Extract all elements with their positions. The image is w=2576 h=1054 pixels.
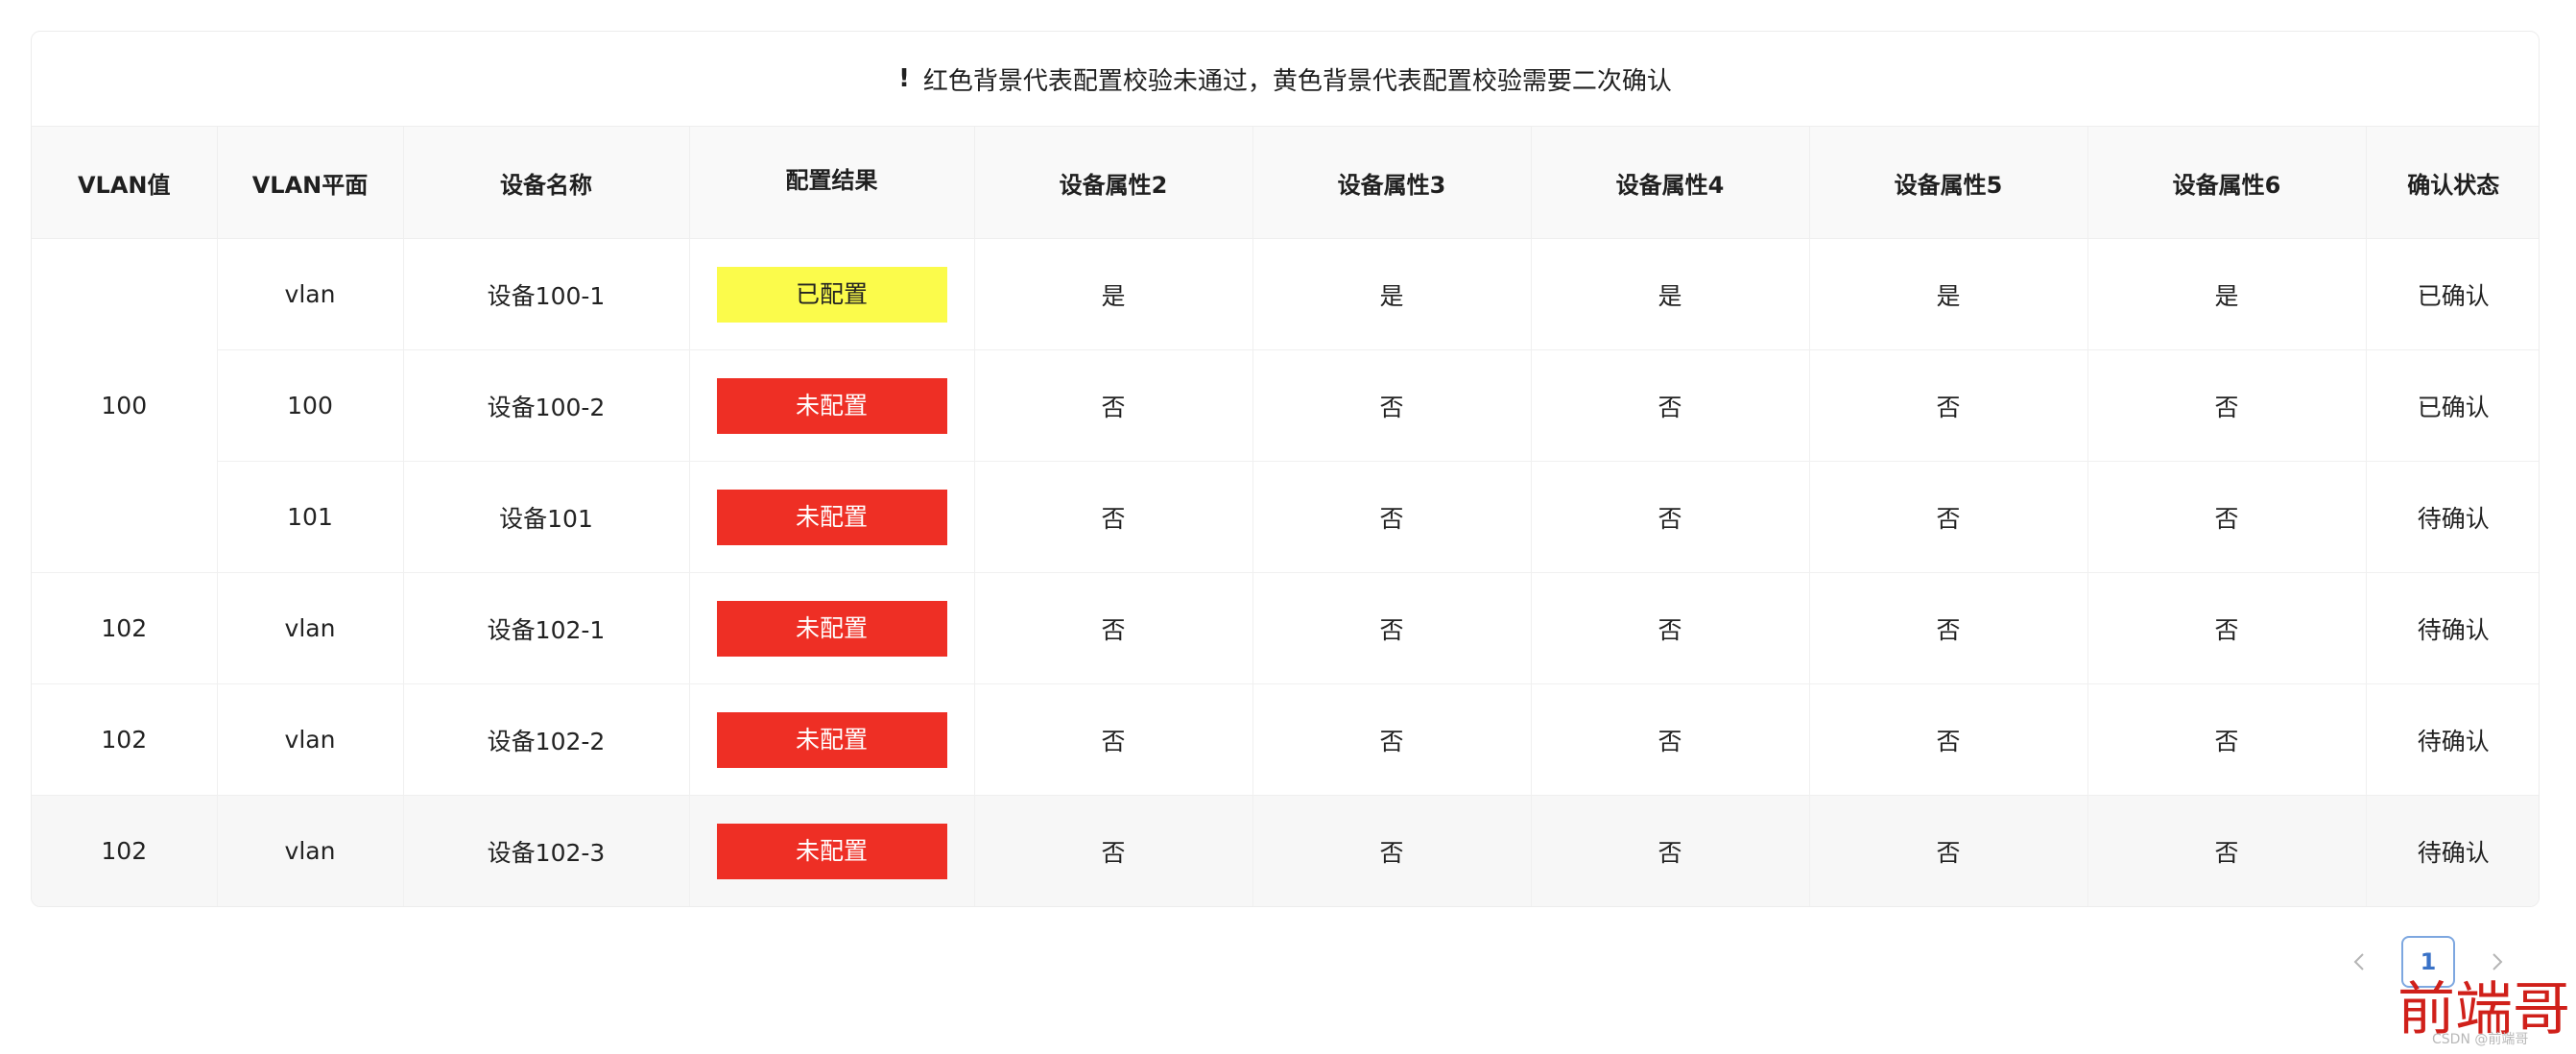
attr-cell: 否 — [974, 461, 1253, 573]
header-vlan-plane[interactable]: VLAN平面 — [217, 127, 404, 239]
attr-cell: 否 — [2087, 795, 2367, 906]
config-result-badge: 未配置 — [716, 711, 947, 768]
vlan-plane-cell: vlan — [217, 238, 404, 350]
page: ! 红色背景代表配置校验未通过，黄色背景代表配置校验需要二次确认 VLAN值 V… — [0, 0, 2576, 1054]
confirm-status-cell: 已确认 — [2366, 349, 2539, 462]
table-header-row: VLAN值 VLAN平面 设备名称 配置结果 设备属性2 设备属性3 设备属性4… — [32, 127, 2539, 239]
attr-cell: 是 — [974, 238, 1253, 350]
attr-cell: 否 — [1252, 461, 1532, 573]
confirm-status-cell: 待确认 — [2366, 795, 2539, 906]
attr-cell: 否 — [1252, 683, 1532, 796]
config-result-cell: 未配置 — [689, 572, 975, 684]
attr-cell: 是 — [1252, 238, 1532, 350]
confirm-status-cell: 已确认 — [2366, 238, 2539, 350]
attr-cell: 是 — [1809, 238, 2088, 350]
vlan-value-cell: 100 — [32, 238, 218, 573]
watermark-caption: CSDN @前端哥 — [2432, 1032, 2529, 1047]
device-name-cell: 设备102-2 — [403, 683, 690, 796]
config-table: VLAN值 VLAN平面 设备名称 配置结果 设备属性2 设备属性3 设备属性4… — [32, 127, 2539, 906]
attr-cell: 否 — [1809, 349, 2088, 462]
attr-cell: 否 — [2087, 683, 2367, 796]
vlan-plane-cell: vlan — [217, 795, 404, 906]
table-row: 102 vlan 设备102-3 未配置 否 否 否 否 否 待确认 — [32, 795, 2539, 906]
header-attr-4[interactable]: 设备属性4 — [1531, 127, 1810, 239]
attr-cell: 否 — [1809, 572, 2088, 684]
table-row: 102 vlan 设备102-2 未配置 否 否 否 否 否 待确认 — [32, 683, 2539, 796]
attr-cell: 否 — [1809, 461, 2088, 573]
chevron-left-icon[interactable] — [2342, 935, 2376, 989]
vlan-value-cell: 102 — [32, 683, 218, 796]
confirm-status-cell: 待确认 — [2366, 683, 2539, 796]
device-name-cell: 设备102-3 — [403, 795, 690, 906]
vlan-plane-cell: vlan — [217, 572, 404, 684]
config-result-badge: 未配置 — [716, 823, 947, 879]
config-result-cell: 未配置 — [689, 349, 975, 462]
config-result-cell: 未配置 — [689, 461, 975, 573]
device-name-cell: 设备100-2 — [403, 349, 690, 462]
device-name-cell: 设备102-1 — [403, 572, 690, 684]
attr-cell: 否 — [974, 349, 1253, 462]
header-confirm-status[interactable]: 确认状态 — [2366, 127, 2539, 239]
notice-text: 红色背景代表配置校验未通过，黄色背景代表配置校验需要二次确认 — [922, 66, 1672, 96]
vlan-plane-cell: vlan — [217, 683, 404, 796]
config-result-badge: 未配置 — [716, 377, 947, 434]
config-result-cell: 未配置 — [689, 795, 975, 906]
attr-cell: 否 — [2087, 349, 2367, 462]
header-vlan-value[interactable]: VLAN值 — [32, 127, 218, 239]
device-name-cell: 设备101 — [403, 461, 690, 573]
attr-cell: 否 — [1252, 349, 1532, 462]
header-device-name[interactable]: 设备名称 — [403, 127, 690, 239]
header-attr-5[interactable]: 设备属性5 — [1809, 127, 2088, 239]
config-result-badge: 未配置 — [716, 600, 947, 657]
config-result-badge: 已配置 — [716, 266, 947, 323]
vlan-value-cell: 102 — [32, 572, 218, 684]
attr-cell: 否 — [974, 572, 1253, 684]
attr-cell: 否 — [974, 795, 1253, 906]
table-row: 100 vlan 设备100-1 已配置 是 是 是 是 是 已确认 — [32, 238, 2539, 573]
config-result-cell: 已配置 — [689, 238, 975, 350]
config-result-badge: 未配置 — [716, 489, 947, 545]
table-row: 102 vlan 设备102-1 未配置 否 否 否 否 否 待确认 — [32, 572, 2539, 684]
attr-cell: 是 — [1531, 238, 1810, 350]
vlan-plane-cell: 100 — [217, 349, 404, 462]
device-name-cell: 设备100-1 — [403, 238, 690, 350]
attr-cell: 否 — [1252, 572, 1532, 684]
attr-cell: 否 — [1531, 461, 1810, 573]
attr-cell: 否 — [2087, 572, 2367, 684]
vlan-plane-cell: 101 — [217, 461, 404, 573]
config-table-card: ! 红色背景代表配置校验未通过，黄色背景代表配置校验需要二次确认 VLAN值 V… — [31, 31, 2540, 907]
header-config-result[interactable]: 配置结果 — [689, 127, 975, 239]
attr-cell: 否 — [1252, 795, 1532, 906]
header-attr-2[interactable]: 设备属性2 — [974, 127, 1253, 239]
table-row: 100 设备100-2 未配置 否 否 否 否 否 已确认 — [32, 349, 2539, 462]
attr-cell: 否 — [1809, 795, 2088, 906]
attr-cell: 否 — [2087, 461, 2367, 573]
confirm-status-cell: 待确认 — [2366, 572, 2539, 684]
vlan-value-cell: 102 — [32, 795, 218, 906]
table-row: 101 设备101 未配置 否 否 否 否 否 待确认 — [32, 461, 2539, 573]
header-attr-6[interactable]: 设备属性6 — [2087, 127, 2367, 239]
attr-cell: 否 — [1809, 683, 2088, 796]
attr-cell: 否 — [1531, 572, 1810, 684]
exclamation-icon: ! — [898, 64, 910, 93]
attr-cell: 否 — [974, 683, 1253, 796]
attr-cell: 否 — [1531, 795, 1810, 906]
config-result-cell: 未配置 — [689, 683, 975, 796]
attr-cell: 是 — [2087, 238, 2367, 350]
header-attr-3[interactable]: 设备属性3 — [1252, 127, 1532, 239]
confirm-status-cell: 待确认 — [2366, 461, 2539, 573]
attr-cell: 否 — [1531, 349, 1810, 462]
notice-bar: ! 红色背景代表配置校验未通过，黄色背景代表配置校验需要二次确认 — [32, 32, 2539, 127]
attr-cell: 否 — [1531, 683, 1810, 796]
